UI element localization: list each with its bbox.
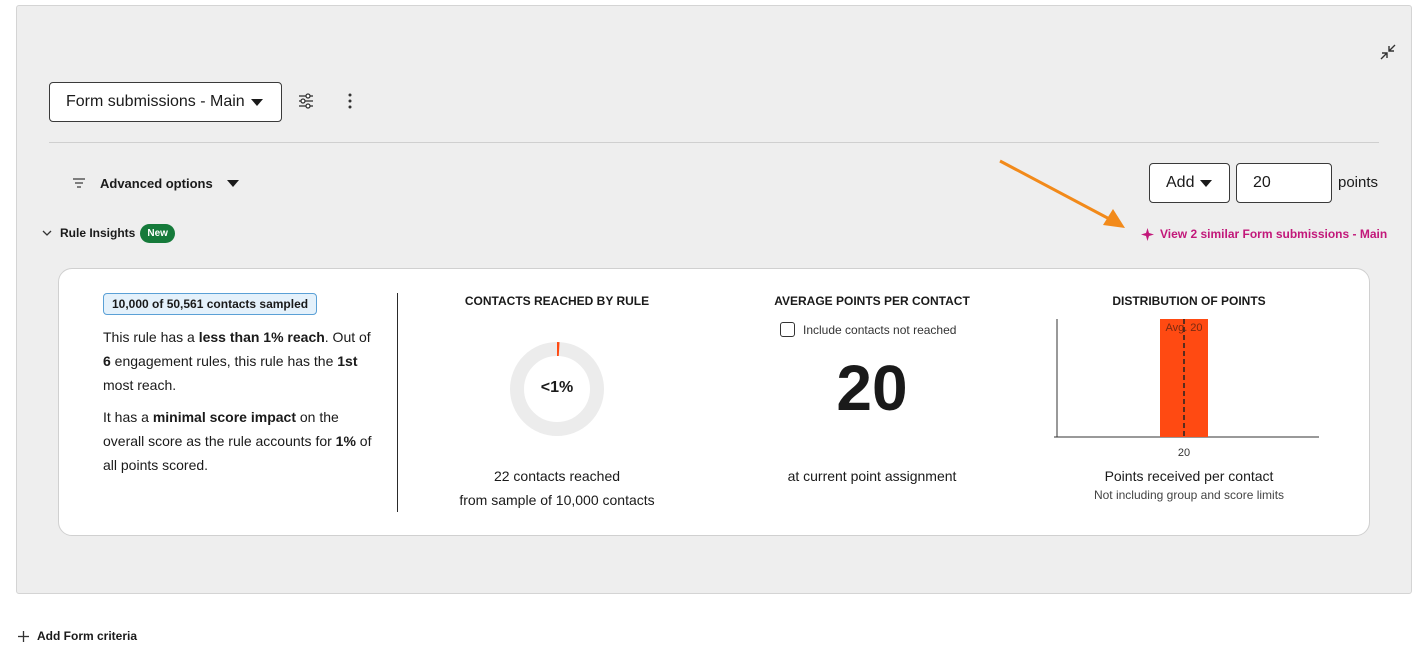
chevron-down-icon (42, 230, 52, 236)
points-unit-label: points (1338, 174, 1379, 191)
average-points-value: 20 (836, 352, 908, 424)
x-tick-label: 20 (1178, 447, 1190, 459)
more-vertical-icon[interactable] (342, 92, 358, 110)
insights-summary: This rule has a less than 1% reach. Out … (103, 325, 375, 485)
new-badge: New (140, 223, 175, 243)
rule-select-label: Form submissions - Main (66, 93, 245, 110)
distribution-chart: 20 Avg. 20 (1054, 319, 1319, 459)
average-points-subtitle: at current point assignment (787, 468, 957, 484)
sample-size-text: from sample of 10,000 contacts (459, 492, 655, 508)
collapse-icon[interactable] (1379, 43, 1397, 61)
caret-down-icon (250, 98, 263, 106)
add-form-criteria-label: Add Form criteria (37, 629, 138, 643)
contacts-reached-text: 22 contacts reached (493, 468, 621, 484)
section-divider (49, 142, 1379, 143)
reach-percent-label: <1% (540, 379, 574, 396)
rule-insights-toggle[interactable]: Rule Insights New (42, 223, 175, 243)
sampled-badge: 10,000 of 50,561 contacts sampled (103, 293, 318, 315)
add-operation-dropdown[interactable]: Add (1149, 163, 1230, 203)
add-form-criteria-button[interactable]: Add Form criteria (18, 629, 137, 643)
impact-summary: It has a minimal score impact on the ove… (103, 409, 372, 473)
caret-down-icon (1200, 179, 1213, 187)
average-label: Avg. 20 (1165, 322, 1202, 334)
view-similar-rules-label: View 2 similar Form submissions - Main (1160, 227, 1388, 241)
add-operation-label: Add (1166, 174, 1195, 191)
distribution-title: DISTRIBUTION OF POINTS (1112, 294, 1266, 308)
annotation-arrow (999, 159, 1125, 228)
rule-select-dropdown[interactable]: Form submissions - Main (49, 82, 282, 122)
sliders-icon[interactable] (297, 92, 315, 110)
plus-icon (18, 630, 29, 642)
filter-lines-icon (73, 178, 85, 188)
distribution-note: Not including group and score limits (1093, 488, 1285, 502)
include-not-reached-checkbox[interactable] (780, 322, 795, 337)
rule-insights-label: Rule Insights (60, 226, 136, 240)
average-title: AVERAGE POINTS PER CONTACT (774, 294, 970, 308)
points-input[interactable] (1236, 163, 1332, 203)
vertical-divider (397, 293, 398, 512)
caret-down-icon (226, 179, 239, 187)
advanced-options-toggle[interactable]: Advanced options (72, 172, 239, 194)
reach-description: 22 contacts reached from sample of 10,00… (417, 464, 697, 512)
include-not-reached-label: Include contacts not reached (803, 322, 957, 337)
reach-title: CONTACTS REACHED BY RULE (464, 294, 650, 308)
distribution-xlabel: Points received per contact (1104, 468, 1274, 484)
rule-insights-card: 10,000 of 50,561 contacts sampled This r… (58, 268, 1370, 536)
include-not-reached-option[interactable]: Include contacts not reached (780, 322, 956, 337)
sparkle-icon (1141, 227, 1154, 241)
reach-summary: This rule has a less than 1% reach. Out … (103, 329, 371, 393)
view-similar-rules-link[interactable]: View 2 similar Form submissions - Main (1141, 227, 1387, 241)
advanced-options-label: Advanced options (100, 175, 213, 191)
